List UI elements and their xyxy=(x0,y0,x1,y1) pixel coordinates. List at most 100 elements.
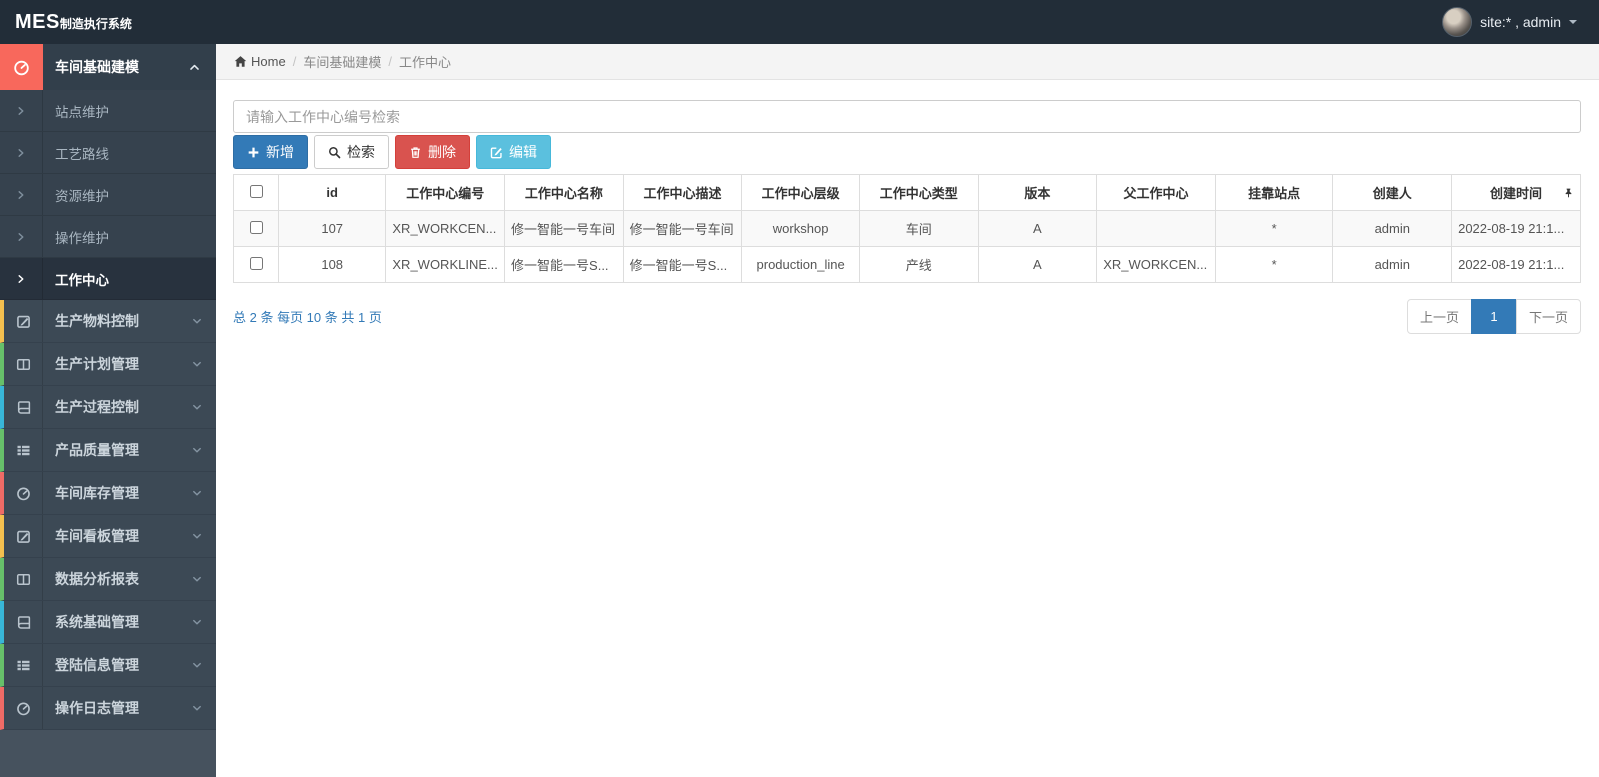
book-icon xyxy=(4,601,43,643)
column-header-label: id xyxy=(326,185,338,200)
sidebar-item-label: 产品质量管理 xyxy=(55,442,139,458)
cell-type: 产线 xyxy=(858,246,979,283)
breadcrumb: Home / 车间基础建模 / 工作中心 xyxy=(216,44,1599,80)
edit-icon xyxy=(490,147,502,158)
sidebar-item-label: 数据分析报表 xyxy=(55,571,139,587)
prev-page-button[interactable]: 上一页 xyxy=(1406,299,1472,334)
column-header-label: 版本 xyxy=(1024,186,1051,201)
row-checkbox[interactable] xyxy=(249,220,263,234)
sidebar-item-label: 车间库存管理 xyxy=(55,485,139,501)
next-page-button[interactable]: 下一页 xyxy=(1515,299,1581,334)
column-header[interactable]: 创建时间 xyxy=(1451,174,1581,211)
cell-version: A xyxy=(977,246,1098,283)
app-logo[interactable]: MES制造执行系统 xyxy=(0,11,216,34)
breadcrumb-home-link[interactable]: Home xyxy=(234,54,286,69)
cell-parent: XR_WORKCEN... xyxy=(1096,246,1216,283)
columns-icon xyxy=(4,343,43,385)
search-input[interactable] xyxy=(233,100,1581,133)
chevron-down-icon xyxy=(192,488,202,498)
chevron-down-icon xyxy=(192,617,202,627)
page-1-button[interactable]: 1 xyxy=(1470,299,1517,334)
column-header[interactable]: 工作中心层级 xyxy=(741,174,860,211)
sidebar-submenu: 站点维护 工艺路线 资源维护 操作维护 工作中心 xyxy=(0,90,216,300)
sidebar-item[interactable]: 系统基础管理 xyxy=(0,601,216,644)
cell-select xyxy=(233,210,279,247)
column-header[interactable]: 父工作中心 xyxy=(1096,174,1216,211)
column-header[interactable]: 挂靠站点 xyxy=(1214,174,1334,211)
chevron-down-icon xyxy=(192,402,202,412)
sidebar-item-label: 生产计划管理 xyxy=(55,356,139,372)
column-header[interactable]: 工作中心编号 xyxy=(385,174,506,211)
sidebar-item[interactable]: 车间看板管理 xyxy=(0,515,216,558)
sidebar-submenu-item[interactable]: 工作中心 xyxy=(0,258,216,300)
cell-type: 车间 xyxy=(858,210,979,247)
chevron-right-icon xyxy=(0,90,43,131)
sidebar-item[interactable]: 生产物料控制 xyxy=(0,300,216,343)
sidebar-submenu-item[interactable]: 工艺路线 xyxy=(0,132,216,174)
sidebar-item[interactable]: 操作日志管理 xyxy=(0,687,216,730)
column-header-label: 工作中心层级 xyxy=(761,186,840,201)
sidebar-submenu-label: 资源维护 xyxy=(55,188,109,204)
chevron-up-icon xyxy=(189,62,200,73)
row-checkbox[interactable] xyxy=(249,256,263,270)
sidebar-main-menu: 生产物料控制 生产计划管理 生产过程控制 产品质量管理 车间库存管理 车间看板管… xyxy=(0,300,216,730)
column-header[interactable]: id xyxy=(277,174,387,211)
table-row[interactable]: 107 XR_WORKCEN... 修一智能一号车间 修一智能一号车间 work… xyxy=(233,210,1581,247)
chevron-right-icon xyxy=(0,174,43,215)
column-header-label: 创建人 xyxy=(1372,186,1412,201)
sidebar-item[interactable]: 登陆信息管理 xyxy=(0,644,216,687)
chevron-down-icon xyxy=(192,660,202,670)
column-header-label: 工作中心描述 xyxy=(643,186,722,201)
breadcrumb-section[interactable]: 车间基础建模 xyxy=(303,52,381,71)
column-header[interactable]: 工作中心名称 xyxy=(504,174,624,211)
pagination-bar: 总 2 条 每页 10 条 共 1 页 上一页 1 下一页 xyxy=(233,299,1581,334)
column-header[interactable]: 工作中心类型 xyxy=(858,174,979,211)
sidebar-item[interactable]: 数据分析报表 xyxy=(0,558,216,601)
edit-button[interactable]: 编辑 xyxy=(476,135,551,169)
cell-description: 修一智能一号S... xyxy=(622,246,743,283)
sidebar-submenu-label: 工艺路线 xyxy=(55,146,109,162)
caret-down-icon xyxy=(1569,20,1577,24)
th-list-icon xyxy=(4,644,43,686)
pagination-summary: 总 2 条 每页 10 条 共 1 页 xyxy=(233,310,382,325)
column-header-label: 父工作中心 xyxy=(1123,186,1189,201)
cell-creator: admin xyxy=(1332,246,1453,283)
delete-button[interactable]: 删除 xyxy=(395,135,470,169)
sidebar-item[interactable]: 生产过程控制 xyxy=(0,386,216,429)
table-row[interactable]: 108 XR_WORKLINE... 修一智能一号S... 修一智能一号S...… xyxy=(233,246,1581,283)
column-header[interactable]: 版本 xyxy=(977,174,1098,211)
sidebar-item-label: 系统基础管理 xyxy=(55,614,139,630)
cell-site: * xyxy=(1214,210,1334,247)
chevron-right-icon xyxy=(0,132,43,173)
add-button-label: 新增 xyxy=(266,144,294,160)
search-button[interactable]: 检索 xyxy=(314,135,389,169)
user-menu[interactable]: site:* , admin xyxy=(1442,7,1599,37)
tachometer-icon xyxy=(4,687,43,729)
pin-icon[interactable] xyxy=(1563,187,1574,198)
sidebar-submenu-label: 操作维护 xyxy=(55,230,109,246)
pager: 上一页 1 下一页 xyxy=(1406,299,1581,334)
pencil-square-icon xyxy=(4,300,43,342)
breadcrumb-home-label: Home xyxy=(251,54,286,69)
column-header[interactable]: 工作中心描述 xyxy=(622,174,743,211)
add-button[interactable]: 新增 xyxy=(233,135,308,169)
chevron-down-icon xyxy=(192,703,202,713)
select-all-checkbox[interactable] xyxy=(249,184,263,198)
sidebar-item[interactable]: 生产计划管理 xyxy=(0,343,216,386)
breadcrumb-separator: / xyxy=(292,54,297,69)
sidebar-submenu-item[interactable]: 资源维护 xyxy=(0,174,216,216)
sidebar-submenu-item[interactable]: 操作维护 xyxy=(0,216,216,258)
sidebar-submenu-item[interactable]: 站点维护 xyxy=(0,90,216,132)
sidebar-submenu-label: 站点维护 xyxy=(55,104,109,120)
th-list-icon xyxy=(4,429,43,471)
cell-name: 修一智能一号S... xyxy=(504,246,624,283)
sidebar-item[interactable]: 产品质量管理 xyxy=(0,429,216,472)
columns-icon xyxy=(4,558,43,600)
column-header[interactable]: 创建人 xyxy=(1332,174,1453,211)
work-center-table: id 工作中心编号 工作中心名称 工作中心描述 工作中心层级 工作中心类型 版本… xyxy=(233,174,1581,283)
cell-name: 修一智能一号车间 xyxy=(504,210,624,247)
cell-code: XR_WORKLINE... xyxy=(385,246,506,283)
sidebar-group-label: 车间基础建模 xyxy=(55,59,139,75)
sidebar-item[interactable]: 车间库存管理 xyxy=(0,472,216,515)
sidebar-group-workshop-modeling[interactable]: 车间基础建模 xyxy=(0,44,216,90)
